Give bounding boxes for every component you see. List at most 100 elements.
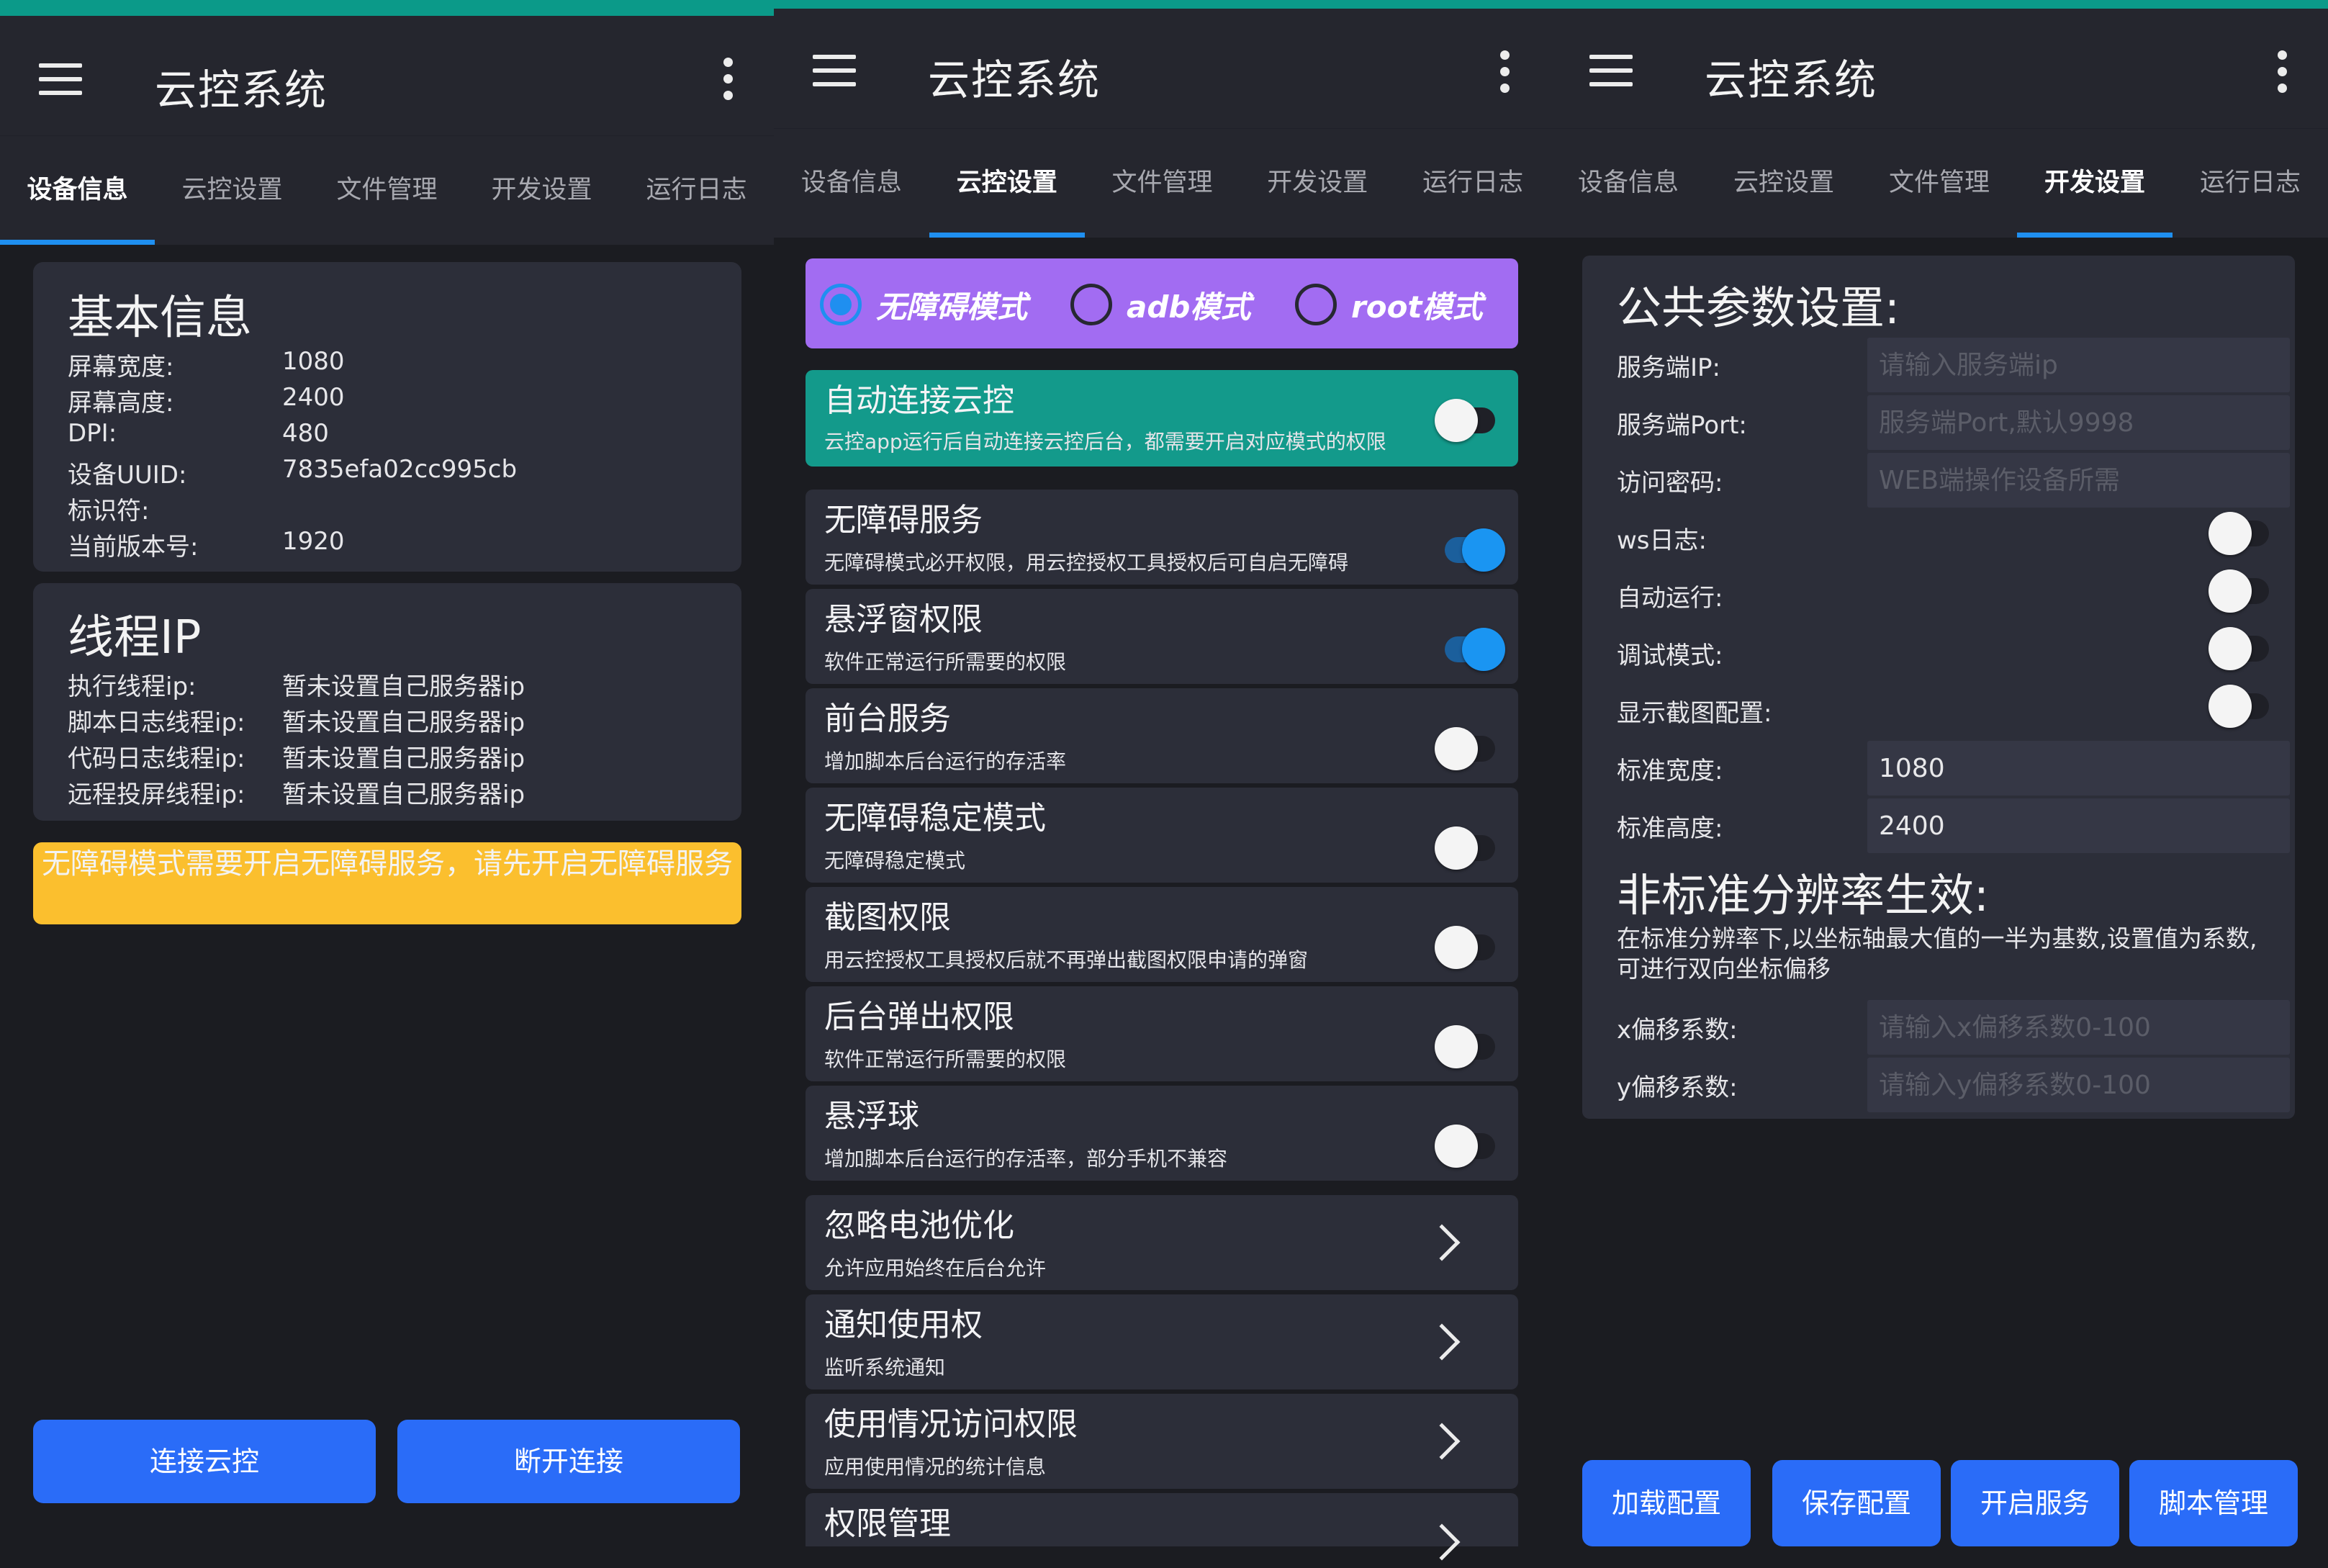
connect-button[interactable]: 连接云控 [33,1420,376,1503]
standard-height-input[interactable] [1867,798,2290,853]
tab-file-management[interactable]: 文件管理 [1085,129,1240,238]
disconnect-button[interactable]: 断开连接 [397,1420,740,1503]
tab-file-management[interactable]: 文件管理 [310,136,464,245]
tab-device-info[interactable]: 设备信息 [774,129,929,238]
server-port-label: 服务端Port: [1617,411,1747,440]
radio-accessibility-mode[interactable] [820,284,862,325]
tab-dev-settings[interactable]: 开发设置 [2017,129,2173,238]
chevron-right-icon[interactable] [1423,1224,1461,1261]
app-header: 云控系统 设备信息 云控设置 文件管理 开发设置 运行日志 [774,0,1551,238]
show-screenshot-config-switch[interactable] [2209,685,2269,728]
setting-row-floating-ball[interactable]: 悬浮球 增加脚本后台运行的存活率，部分手机不兼容 [806,1086,1518,1181]
standard-width-label: 标准宽度: [1617,757,1723,785]
setting-subtitle: 监听系统通知 [824,1356,946,1379]
thread-ip-card: 线程IP 执行线程ip: 暂未设置自己服务器ip 脚本日志线程ip: 暂未设置自己服… [33,583,741,821]
setting-title: 权限管理 [824,1505,951,1542]
auto-run-switch[interactable] [2209,569,2269,613]
tab-device-info[interactable]: 设备信息 [0,136,155,245]
setting-title: 自动连接云控 [824,382,1014,419]
tab-run-log[interactable]: 运行日志 [1395,129,1551,238]
background-popup-switch[interactable] [1435,1025,1495,1068]
setting-row-permission-management[interactable]: 权限管理 [806,1493,1518,1561]
setting-row-screenshot-permission[interactable]: 截图权限 用云控授权工具授权后就不再弹出截图权限申请的弹窗 [806,887,1518,982]
mode-label-accessibility[interactable]: 无障碍模式 [876,283,1027,327]
debug-mode-label: 调试模式: [1617,641,1723,670]
setting-title: 使用情况访问权限 [824,1406,1078,1443]
info-value: 暂未设置自己服务器ip [282,780,525,809]
save-config-button[interactable]: 保存配置 [1772,1460,1941,1546]
setting-row-notification-access[interactable]: 通知使用权 监听系统通知 [806,1294,1518,1389]
dev-settings-screen: 云控系统 设备信息 云控设置 文件管理 开发设置 运行日志 公共参数设置: 服务… [1551,0,2328,1568]
chevron-right-icon[interactable] [1423,1323,1461,1361]
floating-ball-switch[interactable] [1435,1125,1495,1168]
stable-mode-switch[interactable] [1435,826,1495,870]
ws-log-switch[interactable] [2209,512,2269,555]
setting-subtitle: 云控app运行后自动连接云控后台，都需要开启对应模式的权限 [824,430,1386,454]
setting-title: 无障碍服务 [824,502,983,539]
debug-mode-switch[interactable] [2209,627,2269,670]
non-standard-resolution-title: 非标准分辨率生效: [1617,869,1989,922]
more-options-icon[interactable] [721,58,735,104]
chevron-right-icon[interactable] [1423,1423,1461,1460]
auto-connect-switch[interactable] [1435,399,1495,442]
tab-dev-settings[interactable]: 开发设置 [464,136,619,245]
start-service-button[interactable]: 开启服务 [1951,1460,2119,1546]
tab-bar: 设备信息 云控设置 文件管理 开发设置 运行日志 [774,128,1551,238]
overlay-permission-switch[interactable] [1445,628,1505,671]
x-offset-input[interactable] [1867,1000,2290,1055]
setting-row-auto-connect[interactable]: 自动连接云控 云控app运行后自动连接云控后台，都需要开启对应模式的权限 [806,370,1518,467]
more-options-icon[interactable] [1497,50,1512,96]
info-key: 执行线程ip: [68,672,197,701]
app-bar: 云控系统 [774,9,1551,128]
tab-run-log[interactable]: 运行日志 [2173,129,2328,238]
mode-label-root[interactable]: root模式 [1351,283,1483,327]
script-management-button[interactable]: 脚本管理 [2129,1460,2298,1546]
setting-subtitle: 允许应用始终在后台允许 [824,1256,1047,1280]
info-value: 1080 [282,347,345,376]
setting-title: 后台弹出权限 [824,999,1014,1035]
screenshot-permission-switch[interactable] [1435,926,1495,969]
setting-title: 无障碍稳定模式 [824,800,1046,837]
public-params-title: 公共参数设置: [1617,281,1900,334]
y-offset-label: y偏移系数: [1617,1073,1738,1102]
standard-width-input[interactable] [1867,741,2290,796]
setting-row-battery-optimization[interactable]: 忽略电池优化 允许应用始终在后台允许 [806,1195,1518,1290]
tab-cloud-settings[interactable]: 云控设置 [1706,129,1862,238]
foreground-service-switch[interactable] [1435,727,1495,770]
tab-run-log[interactable]: 运行日志 [619,136,774,245]
setting-row-background-popup[interactable]: 后台弹出权限 软件正常运行所需要的权限 [806,986,1518,1081]
app-header: 云控系统 设备信息 云控设置 文件管理 开发设置 运行日志 [0,0,774,245]
accessibility-service-switch[interactable] [1445,528,1505,572]
setting-subtitle: 无障碍模式必开权限，用云控授权工具授权后可自启无障碍 [824,551,1349,575]
hamburger-menu-icon[interactable] [813,55,856,86]
setting-row-stable-mode[interactable]: 无障碍稳定模式 无障碍稳定模式 [806,788,1518,883]
app-title: 云控系统 [155,66,328,114]
chevron-right-icon[interactable] [1423,1523,1461,1561]
info-key: 设备UUID: [68,461,187,490]
mode-selector: 无障碍模式 adb模式 root模式 [806,258,1518,348]
server-port-input[interactable] [1867,395,2290,450]
server-ip-input[interactable] [1867,338,2290,392]
setting-subtitle: 增加脚本后台运行的存活率，部分手机不兼容 [824,1147,1228,1171]
more-options-icon[interactable] [2275,50,2289,96]
load-config-button[interactable]: 加载配置 [1582,1460,1751,1546]
y-offset-input[interactable] [1867,1058,2290,1112]
setting-row-foreground-service[interactable]: 前台服务 增加脚本后台运行的存活率 [806,688,1518,783]
setting-row-usage-access[interactable]: 使用情况访问权限 应用使用情况的统计信息 [806,1394,1518,1489]
tab-bar: 设备信息 云控设置 文件管理 开发设置 运行日志 [1551,128,2328,238]
radio-adb-mode[interactable] [1070,284,1112,325]
hamburger-menu-icon[interactable] [1589,55,1633,86]
tab-file-management[interactable]: 文件管理 [1862,129,2017,238]
tab-cloud-settings[interactable]: 云控设置 [929,129,1085,238]
tab-device-info[interactable]: 设备信息 [1551,129,1706,238]
app-title: 云控系统 [928,55,1101,104]
radio-root-mode[interactable] [1295,284,1337,325]
mode-label-adb[interactable]: adb模式 [1127,283,1250,327]
access-password-input[interactable] [1867,453,2290,508]
setting-row-overlay-permission[interactable]: 悬浮窗权限 软件正常运行所需要的权限 [806,589,1518,684]
tab-cloud-settings[interactable]: 云控设置 [155,136,310,245]
hamburger-menu-icon[interactable] [39,63,82,95]
info-value: 暂未设置自己服务器ip [282,672,525,701]
setting-row-accessibility-service[interactable]: 无障碍服务 无障碍模式必开权限，用云控授权工具授权后可自启无障碍 [806,490,1518,585]
tab-dev-settings[interactable]: 开发设置 [1240,129,1395,238]
